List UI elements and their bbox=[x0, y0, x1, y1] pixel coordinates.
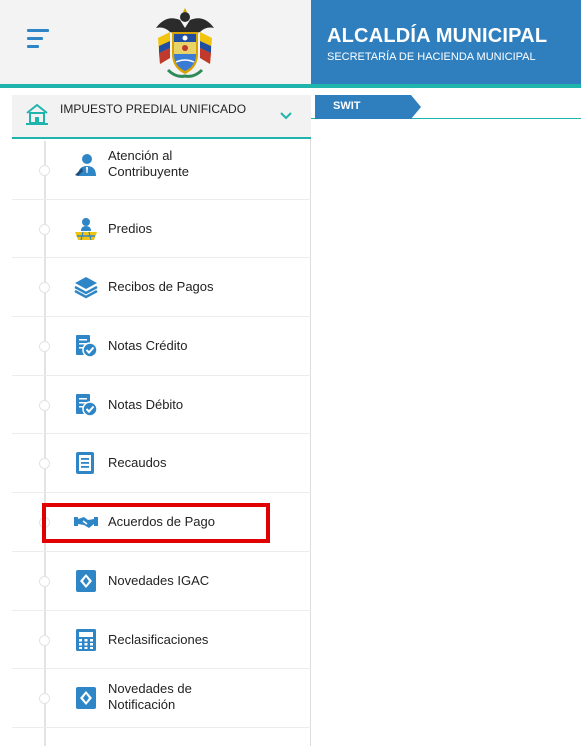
sidebar-item-notas-debito[interactable]: Notas Débito bbox=[12, 376, 311, 435]
header-logo-area bbox=[0, 0, 311, 88]
handshake-icon bbox=[74, 517, 98, 529]
sidebar-item-label: Notas Débito bbox=[108, 396, 184, 412]
header-title-area: ALCALDÍA MUNICIPAL SECRETARÍA DE HACIEND… bbox=[311, 0, 581, 88]
sidebar-item-label: Predios bbox=[108, 220, 153, 236]
app-page: ALCALDÍA MUNICIPAL SECRETARÍA DE HACIEND… bbox=[0, 0, 581, 746]
menu-dot bbox=[39, 458, 50, 470]
sidebar-item-label: Reclasificaciones bbox=[108, 631, 209, 647]
menu-dot bbox=[39, 165, 50, 176]
sidebar-item-label: Notas Crédito bbox=[108, 338, 188, 354]
calculator-icon bbox=[76, 628, 96, 651]
sidebar-item-label: Novedades de Notificación bbox=[108, 681, 192, 713]
menu-dot bbox=[39, 341, 50, 353]
sidebar-item-label: Novedades IGAC bbox=[108, 572, 210, 588]
sidebar-item-reclasificaciones[interactable]: Reclasificaciones bbox=[12, 611, 311, 670]
coat-of-arms-icon bbox=[156, 8, 214, 78]
sidebar-item-notas-credito[interactable]: Notas Crédito bbox=[12, 317, 311, 376]
stack-layers-icon bbox=[74, 277, 98, 299]
header-subtitle: SECRETARÍA DE HACIENDA MUNICIPAL bbox=[327, 51, 536, 63]
menu-dot bbox=[39, 282, 50, 294]
sidebar-menu: Atención al Contribuyente Predios Recibo… bbox=[12, 141, 311, 746]
sidebar-section-label: IMPUESTO PREDIAL UNIFICADO bbox=[60, 102, 247, 116]
menu-dot bbox=[39, 693, 50, 705]
person-support-icon bbox=[75, 154, 96, 176]
sidebar-item-label: Acuerdos de Pago bbox=[108, 514, 215, 530]
sidebar-item-atencion-contribuyente[interactable]: Atención al Contribuyente bbox=[12, 141, 311, 200]
header-title: ALCALDÍA MUNICIPAL bbox=[327, 25, 548, 47]
menu-dot bbox=[39, 223, 50, 235]
app-header: ALCALDÍA MUNICIPAL SECRETARÍA DE HACIEND… bbox=[0, 0, 581, 88]
menu-dot bbox=[39, 399, 50, 411]
land-parcel-icon bbox=[75, 217, 97, 240]
diamond-badge-icon bbox=[76, 687, 96, 710]
document-check-icon bbox=[76, 393, 98, 417]
menu-dot bbox=[39, 575, 50, 587]
sidebar-item-recibos-pagos[interactable]: Recibos de Pagos bbox=[12, 258, 311, 318]
breadcrumb-item[interactable]: SWIT bbox=[315, 95, 421, 119]
hamburger-menu-icon[interactable] bbox=[27, 29, 49, 49]
receipt-icon bbox=[76, 452, 94, 475]
sidebar-section-impuesto-predial[interactable]: IMPUESTO PREDIAL UNIFICADO bbox=[12, 95, 311, 139]
sidebar-item-label: Atención al Contribuyente bbox=[108, 148, 189, 179]
sidebar-item-novedades-igac[interactable]: Novedades IGAC bbox=[12, 552, 311, 611]
document-check-icon bbox=[76, 335, 98, 358]
menu-dot bbox=[39, 517, 50, 529]
menu-dot bbox=[39, 634, 50, 646]
sidebar-item-acuerdos-pago[interactable]: Acuerdos de Pago bbox=[12, 493, 311, 552]
chevron-down-icon[interactable] bbox=[280, 112, 292, 120]
sidebar-item-predios[interactable]: Predios bbox=[12, 200, 311, 259]
diamond-badge-icon bbox=[76, 569, 96, 592]
sidebar-item-novedades-notificacion[interactable]: Novedades de Notificación bbox=[12, 669, 311, 728]
sidebar-item-label: Recaudos bbox=[108, 455, 167, 471]
sidebar: IMPUESTO PREDIAL UNIFICADO Atención al C… bbox=[0, 95, 311, 746]
breadcrumb-label: SWIT bbox=[333, 100, 361, 112]
breadcrumb-bar: SWIT bbox=[311, 95, 581, 119]
breadcrumb-arrow-shape bbox=[315, 95, 421, 119]
sidebar-item-label: Recibos de Pagos bbox=[108, 279, 214, 295]
sidebar-item-recaudos[interactable]: Recaudos bbox=[12, 434, 311, 494]
house-icon bbox=[26, 103, 48, 125]
